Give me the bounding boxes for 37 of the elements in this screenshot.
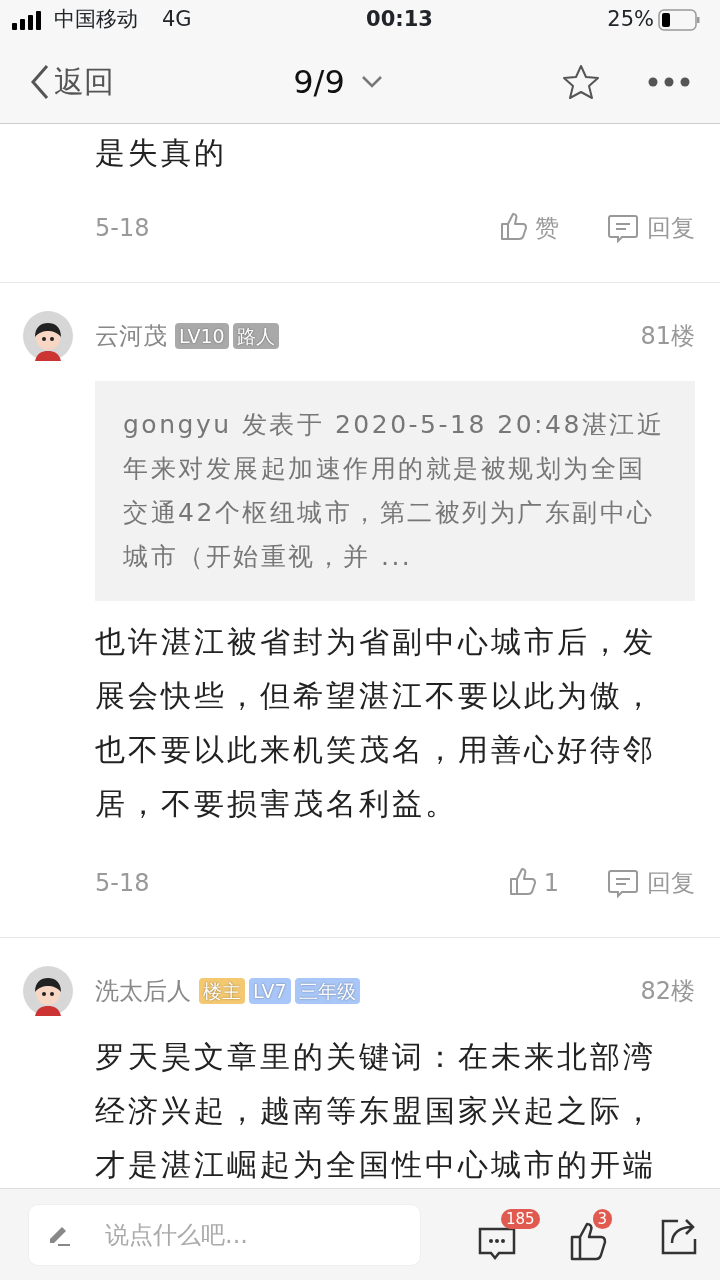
avatar-icon — [23, 311, 73, 361]
comment-input[interactable]: 说点什么吧... — [28, 1203, 421, 1266]
count-badge: 3 — [592, 1208, 613, 1229]
user-badge: 楼主 — [199, 978, 245, 1004]
more-icon[interactable] — [648, 76, 690, 87]
post-date: 5-18 — [95, 868, 151, 899]
battery-icon — [658, 9, 700, 31]
star-icon[interactable] — [562, 63, 600, 100]
comments-button[interactable]: 185 — [477, 1208, 541, 1261]
page-selector[interactable]: 9/9 — [233, 57, 443, 106]
reply-button[interactable]: 回复 — [607, 865, 695, 901]
chevron-down-icon[interactable] — [360, 74, 383, 89]
comment-text: 是失真的 — [95, 134, 228, 172]
floor-number: 81楼 — [640, 321, 695, 352]
network-type: 4G — [162, 6, 192, 34]
floor-number: 82楼 — [640, 976, 695, 1007]
like-button[interactable]: 1 — [507, 865, 559, 901]
back-button[interactable]: 返回 — [30, 59, 234, 104]
comment-text: 也许湛江被省封为省副中心城市后，发展会快些，但希望湛江不要以此为傲，也不要以此来机笑茂名，用善心好待邻居，不要损害茂名利益。 — [95, 623, 657, 823]
battery-percent: 25% — [607, 6, 654, 34]
comment-text: 罗天昊文章里的关键词：在未来北部湾经济兴起，越南等东盟国家兴起之际，才是湛江崛起为全国性中心城市的开端 — [95, 1038, 657, 1184]
clock-time: 00:13 — [365, 6, 434, 34]
quoted-post: gongyu 发表于 2020-5-18 20:48湛江近年来对发展起加速作用的就是被规划为全国交通42个枢纽城市，第二被列为广东副中心城市（开始重视，并 ... — [95, 381, 695, 601]
user-badge: LV10 — [175, 323, 229, 349]
carrier-name: 中国移动 — [54, 6, 138, 34]
user-badge: 路人 — [232, 323, 279, 349]
like-button[interactable]: 3 — [568, 1208, 633, 1261]
user-name: 云河茂 — [95, 321, 167, 352]
user-badge: 三年级 — [294, 978, 360, 1004]
avatar-icon — [23, 966, 73, 1016]
reply-button[interactable]: 回复 — [607, 210, 695, 246]
like-button[interactable]: 赞 — [499, 210, 559, 246]
user-badge: LV7 — [249, 978, 291, 1004]
back-icon[interactable] — [30, 63, 50, 100]
post-date: 5-18 — [95, 213, 151, 244]
user-name: 洗太后人 — [95, 976, 191, 1007]
count-badge: 185 — [501, 1208, 540, 1229]
